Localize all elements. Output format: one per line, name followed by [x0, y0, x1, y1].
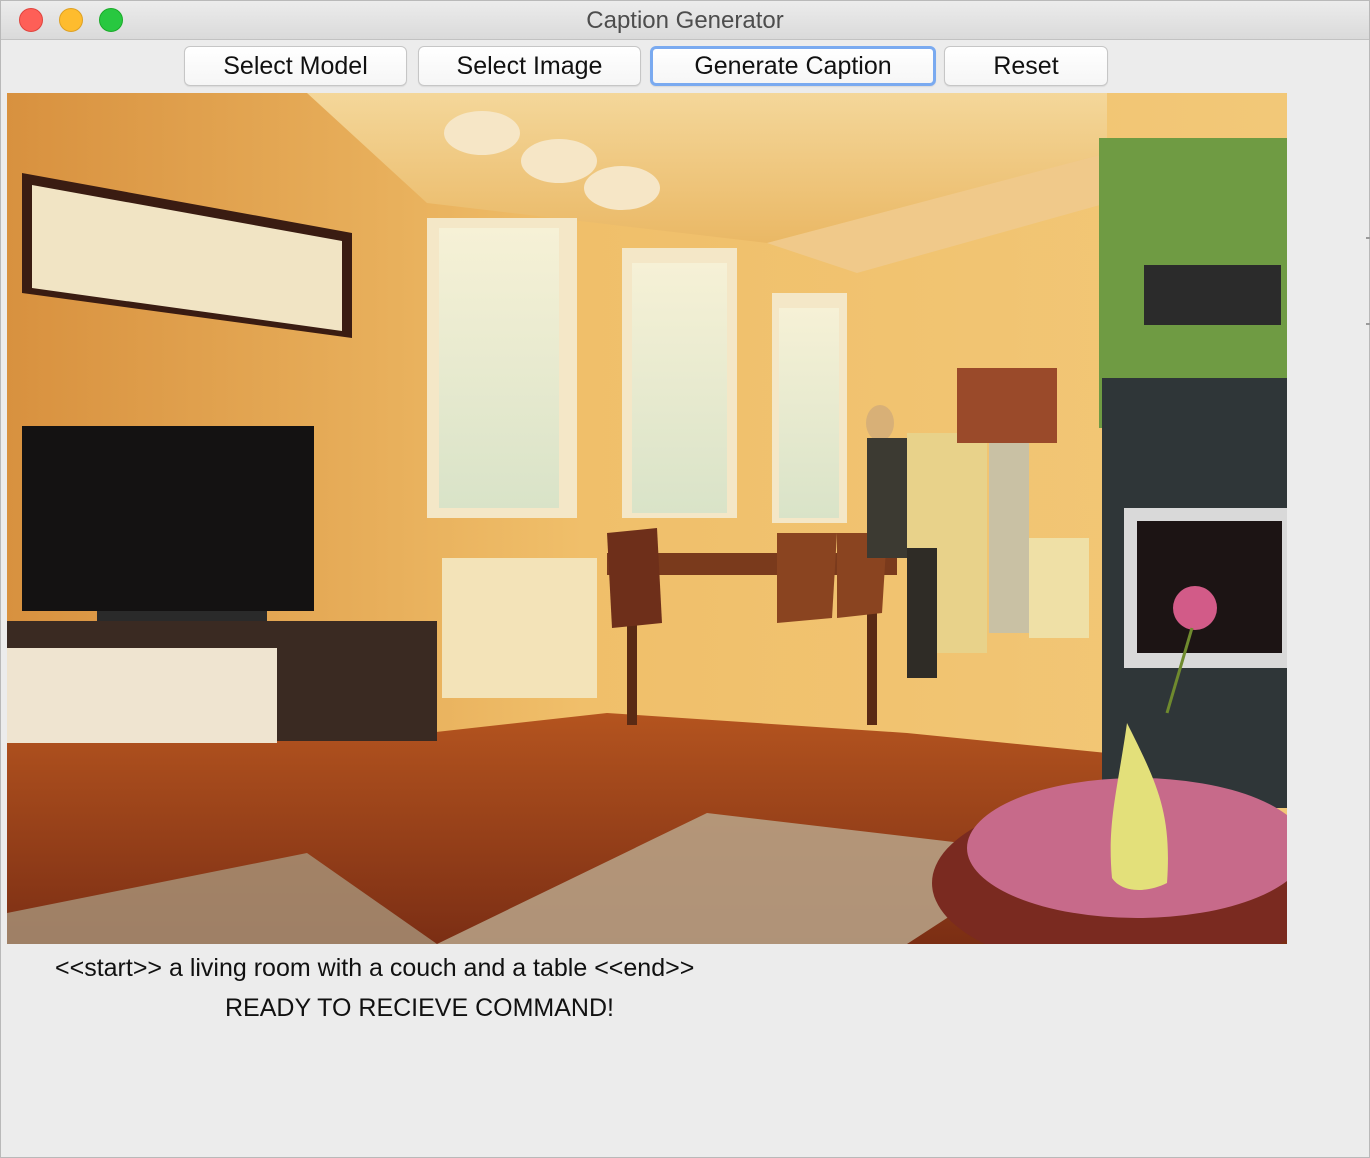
status-text: READY TO RECIEVE COMMAND! — [225, 994, 614, 1022]
reset-button[interactable]: Reset — [944, 46, 1108, 86]
generate-caption-button[interactable]: Generate Caption — [650, 46, 936, 86]
title-bar[interactable]: Caption Generator — [1, 1, 1369, 40]
preview-image — [7, 93, 1287, 944]
caption-text: <<start>> a living room with a couch and… — [55, 954, 695, 982]
edge-mark — [1366, 323, 1370, 325]
app-window: Caption Generator Select Model Select Im… — [0, 0, 1370, 1158]
select-model-button[interactable]: Select Model — [184, 46, 407, 86]
select-image-button[interactable]: Select Image — [418, 46, 641, 86]
window-title: Caption Generator — [586, 7, 784, 34]
edge-mark — [1366, 237, 1370, 239]
